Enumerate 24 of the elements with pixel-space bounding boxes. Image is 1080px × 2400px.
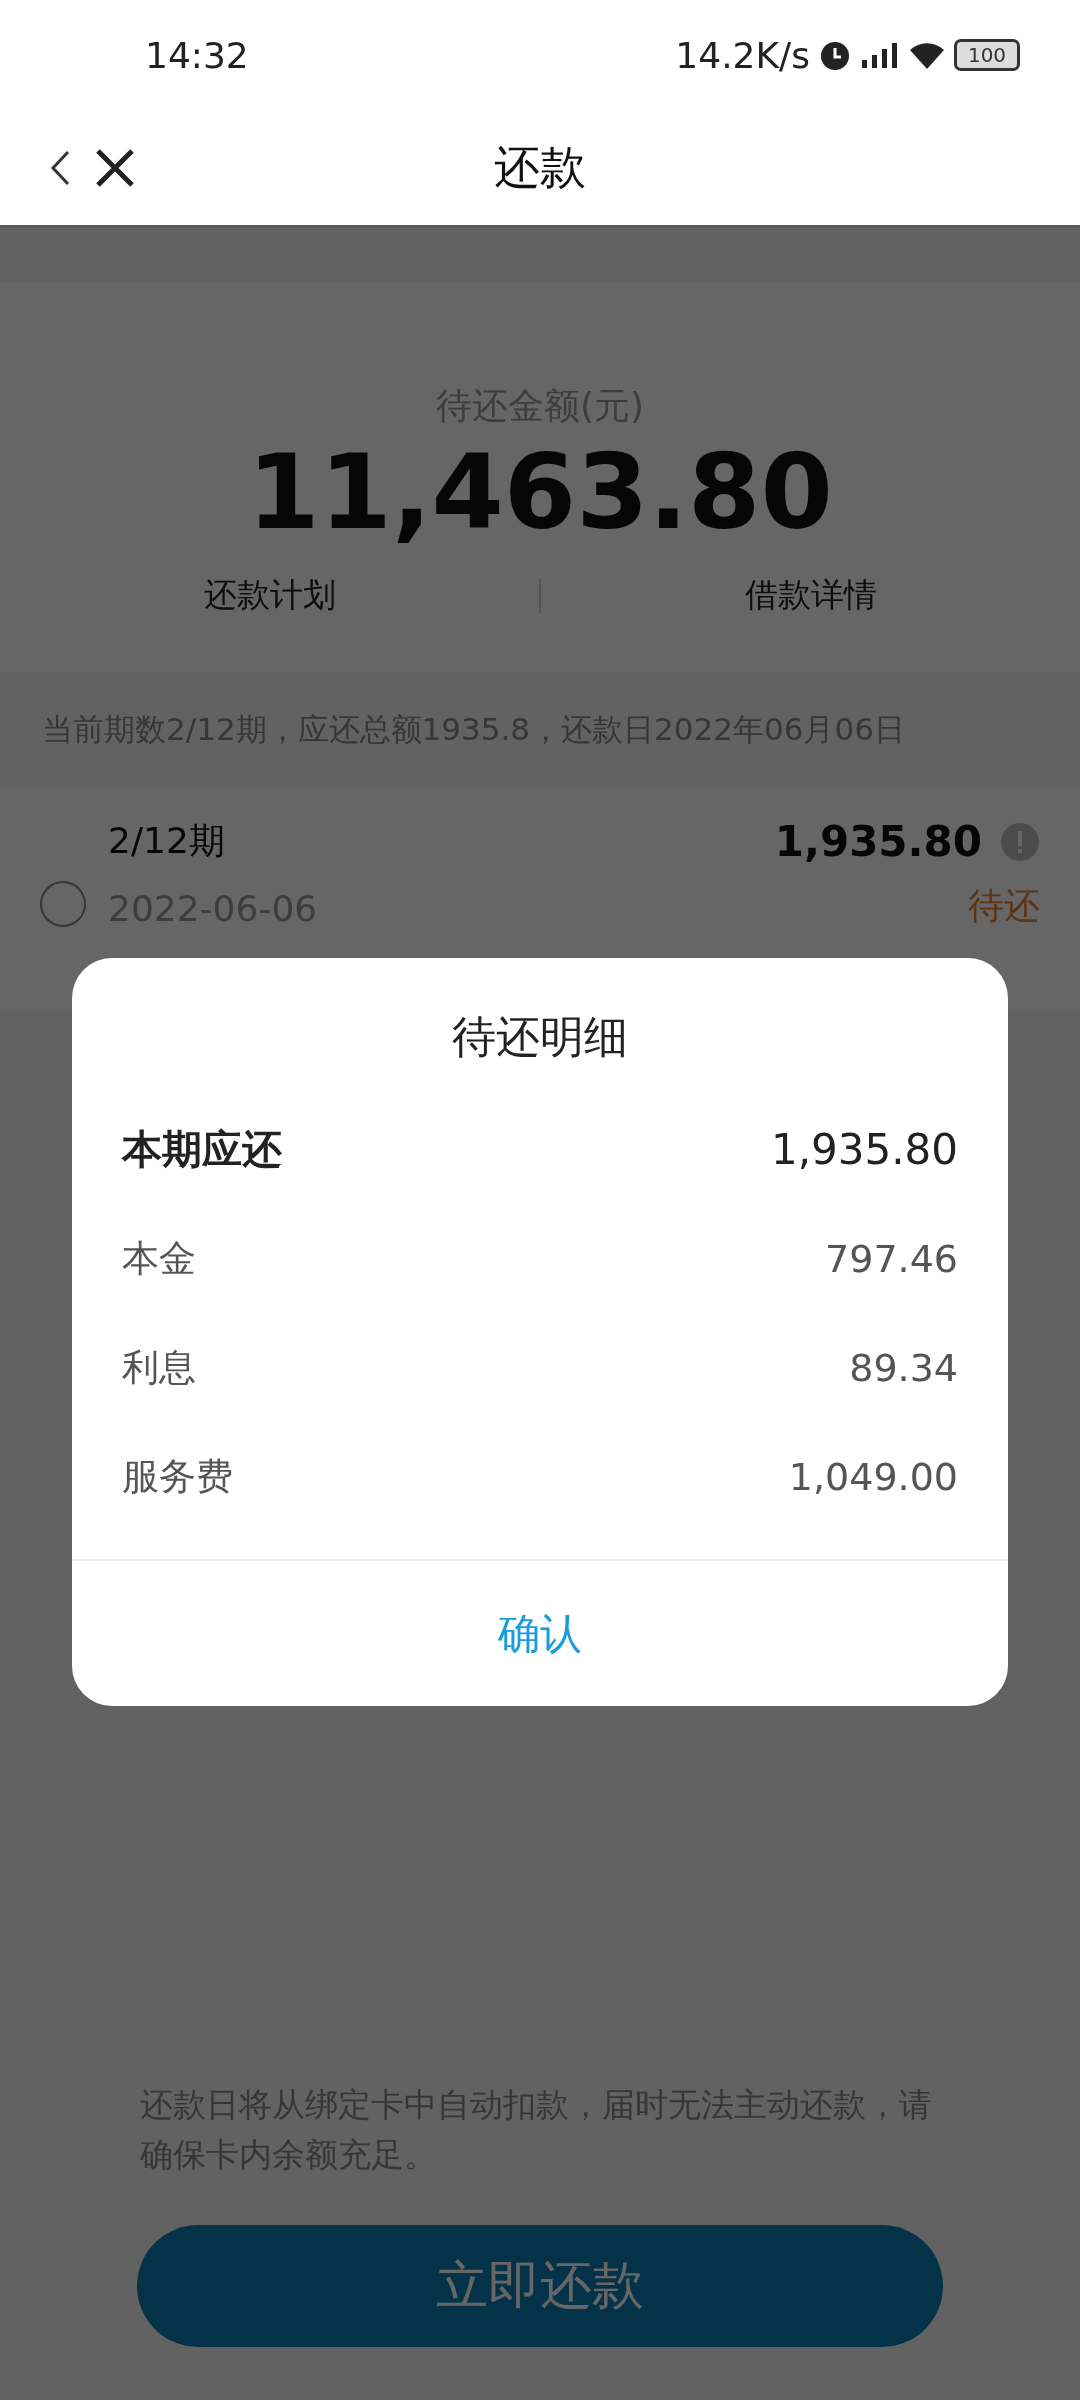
detail-label: 本期应还 [122, 1125, 282, 1174]
detail-label: 本金 [122, 1235, 196, 1282]
amount-due: 11,463.80 [247, 431, 833, 553]
detail-value: 1,049.00 [788, 1454, 958, 1499]
summary-tab[interactable]: 还款计划 [0, 563, 539, 628]
detail-value: 89.34 [849, 1345, 958, 1390]
network-speed: 14.2K/s [675, 34, 810, 76]
status-time: 14:32 [145, 34, 249, 76]
battery-icon: 100 [954, 39, 1020, 71]
page-title: 还款 [494, 138, 586, 196]
pay-now-button[interactable]: 立即还款 [137, 2225, 943, 2347]
summary-tab[interactable]: 借款详情 [541, 563, 1080, 628]
installment-status: 待还 [968, 884, 1040, 928]
signal-icon [860, 40, 900, 70]
detail-value: 1,935.80 [770, 1125, 958, 1174]
detail-label: 服务费 [122, 1453, 233, 1500]
confirm-button[interactable]: 确认 [72, 1559, 1008, 1706]
installment-period: 2/12期 [108, 819, 226, 863]
radio-button[interactable] [40, 881, 86, 927]
detail-value: 797.46 [825, 1236, 958, 1281]
installment-amount: 1,935.80 [774, 817, 982, 866]
detail-label: 利息 [122, 1344, 196, 1391]
dialog-title: 待还明细 [451, 1010, 629, 1064]
close-button[interactable] [94, 146, 136, 189]
